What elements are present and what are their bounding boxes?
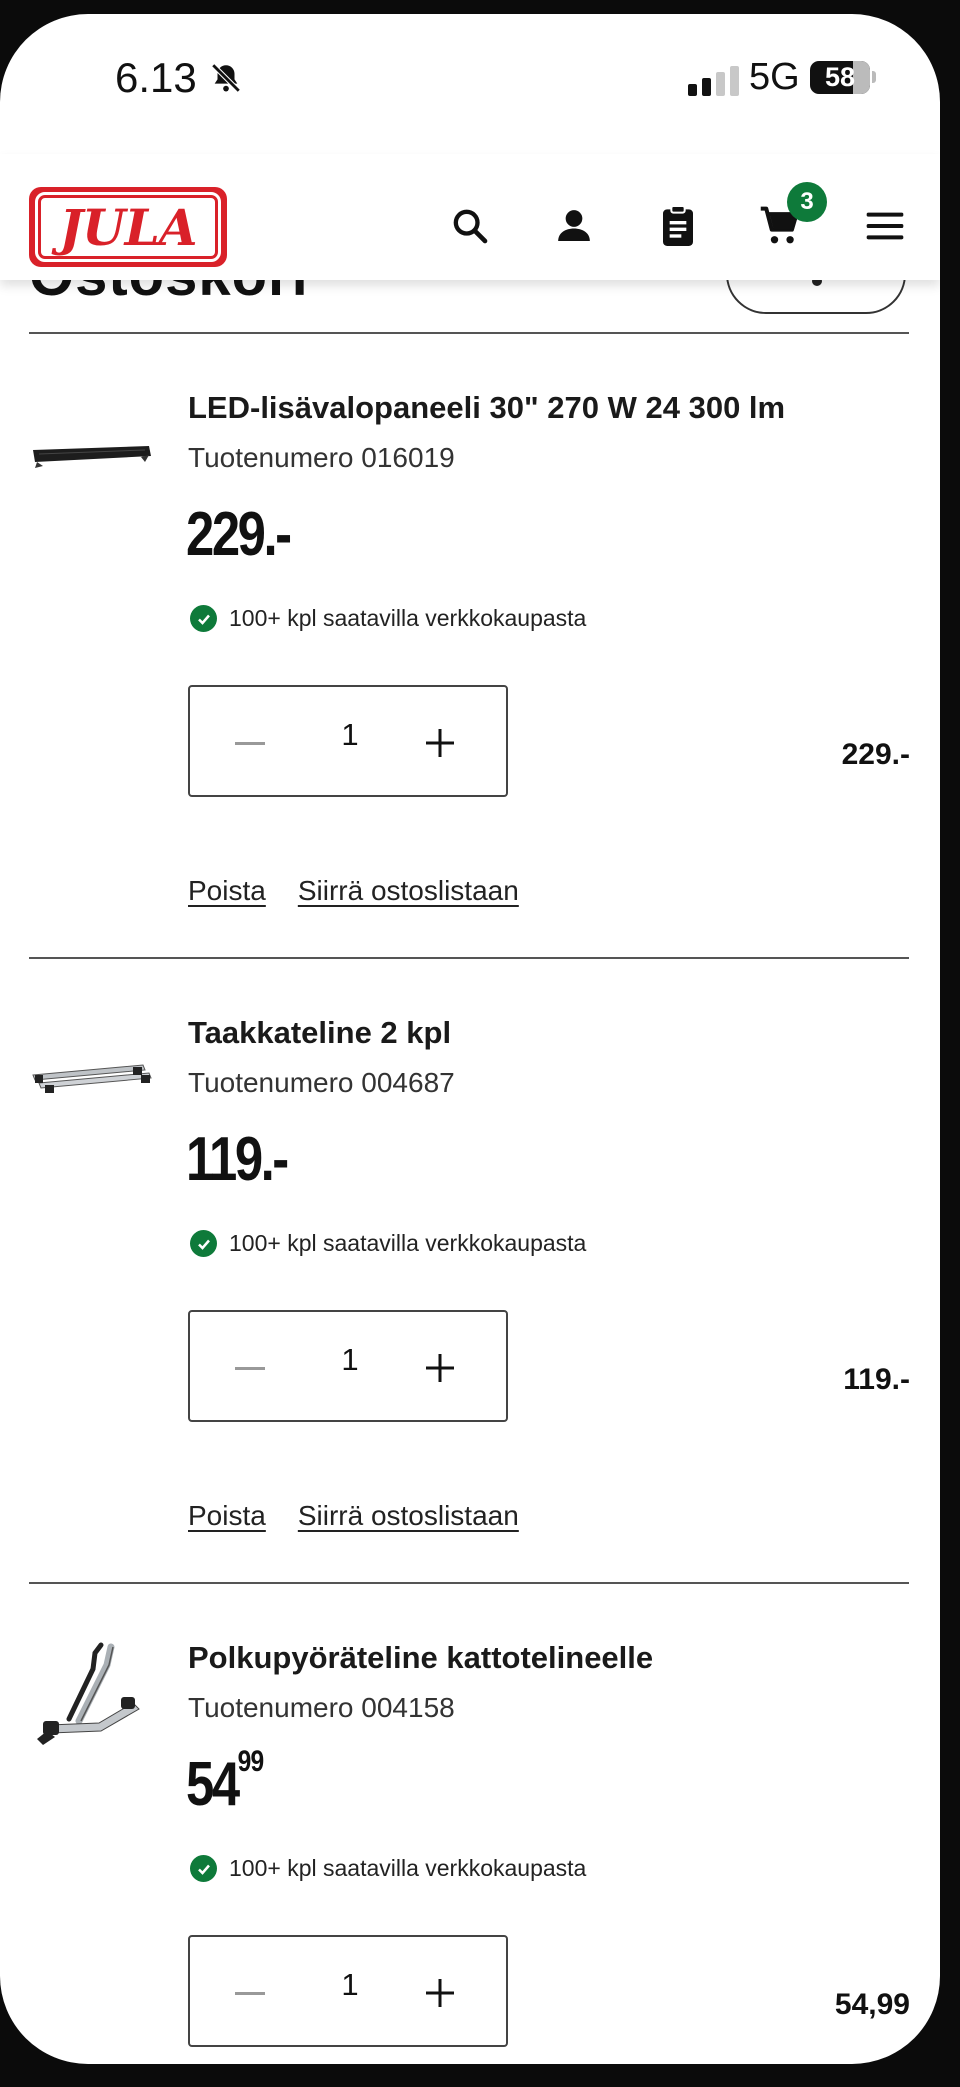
site-header: JULA 3: [0, 154, 940, 280]
remove-link[interactable]: Poista: [188, 1500, 266, 1532]
bell-slash-icon: [211, 63, 241, 93]
line-total: 229.-: [841, 738, 910, 771]
product-price: 5499: [186, 1745, 264, 1820]
quantity-stepper: 1: [188, 685, 508, 797]
product-image-led-panel[interactable]: [29, 442, 155, 477]
battery-icon: 58: [810, 61, 870, 94]
product-name[interactable]: Taakkateline 2 kpl: [188, 1015, 451, 1051]
minus-icon[interactable]: [220, 1338, 280, 1398]
stock-status: 100+ kpl saatavilla verkkokaupasta: [190, 605, 586, 632]
product-image-roof-rack[interactable]: [29, 1057, 155, 1102]
cell-signal-icon: [688, 66, 739, 96]
price-cents: 99: [237, 1745, 265, 1778]
phone-screen: 6.13 5G 58 Ostoskori JULA: [0, 14, 940, 2064]
menu-icon[interactable]: [861, 202, 909, 250]
item-actions: Poista Siirrä ostoslistaan: [188, 875, 519, 907]
minus-icon[interactable]: [220, 1963, 280, 2023]
check-icon: [190, 1230, 217, 1257]
item-actions: Poista Siirrä ostoslistaan: [188, 1500, 519, 1532]
divider: [29, 957, 909, 959]
plus-icon[interactable]: [410, 713, 470, 773]
minus-icon[interactable]: [220, 713, 280, 773]
battery-tip: [872, 71, 876, 83]
product-price: 229.-: [186, 499, 292, 570]
line-total: 119.-: [843, 1363, 910, 1396]
quantity-stepper: 1: [188, 1935, 508, 2047]
search-icon[interactable]: [446, 202, 494, 250]
line-total: 54,99: [834, 1988, 910, 2021]
price-main: 229.-: [186, 500, 292, 569]
status-time: 6.13: [115, 54, 243, 102]
battery-level: 58: [824, 62, 856, 92]
quantity-value[interactable]: 1: [310, 1967, 390, 2003]
logo-text: JULA: [59, 197, 197, 257]
check-icon: [190, 1855, 217, 1882]
divider: [29, 1582, 909, 1584]
price-main: 119.-: [186, 1125, 289, 1194]
price-main: 54: [186, 1750, 240, 1819]
stock-status: 100+ kpl saatavilla verkkokaupasta: [190, 1855, 586, 1882]
move-to-list-link[interactable]: Siirrä ostoslistaan: [298, 1500, 519, 1532]
account-icon[interactable]: [550, 202, 598, 250]
quantity-stepper: 1: [188, 1310, 508, 1422]
stock-text: 100+ kpl saatavilla verkkokaupasta: [229, 605, 587, 631]
cart-count-badge: 3: [787, 182, 827, 222]
clock-text: 6.13: [115, 54, 197, 101]
quantity-value[interactable]: 1: [310, 1342, 390, 1378]
check-icon: [190, 605, 217, 632]
divider: [29, 332, 909, 334]
product-name[interactable]: LED-lisävalopaneeli 30" 270 W 24 300 lm: [188, 390, 785, 426]
product-sku: Tuotenumero 004158: [188, 1692, 455, 1723]
stock-status: 100+ kpl saatavilla verkkokaupasta: [190, 1230, 586, 1257]
shopping-list-icon[interactable]: [654, 202, 702, 250]
plus-icon[interactable]: [410, 1338, 470, 1398]
stock-text: 100+ kpl saatavilla verkkokaupasta: [229, 1230, 587, 1256]
product-name[interactable]: Polkupyöräteline kattotelineelle: [188, 1640, 653, 1676]
quantity-value[interactable]: 1: [310, 717, 390, 753]
jula-logo[interactable]: JULA: [29, 187, 227, 267]
product-sku: Tuotenumero 016019: [188, 442, 455, 473]
network-label: 5G: [749, 56, 800, 98]
product-price: 119.-: [186, 1124, 289, 1195]
stock-text: 100+ kpl saatavilla verkkokaupasta: [229, 1855, 587, 1881]
status-bar: 6.13 5G 58: [0, 14, 940, 134]
move-to-list-link[interactable]: Siirrä ostoslistaan: [298, 875, 519, 907]
plus-icon[interactable]: [410, 1963, 470, 2023]
product-image-bike-carrier[interactable]: [29, 1639, 155, 1754]
product-sku: Tuotenumero 004687: [188, 1067, 455, 1098]
remove-link[interactable]: Poista: [188, 875, 266, 907]
